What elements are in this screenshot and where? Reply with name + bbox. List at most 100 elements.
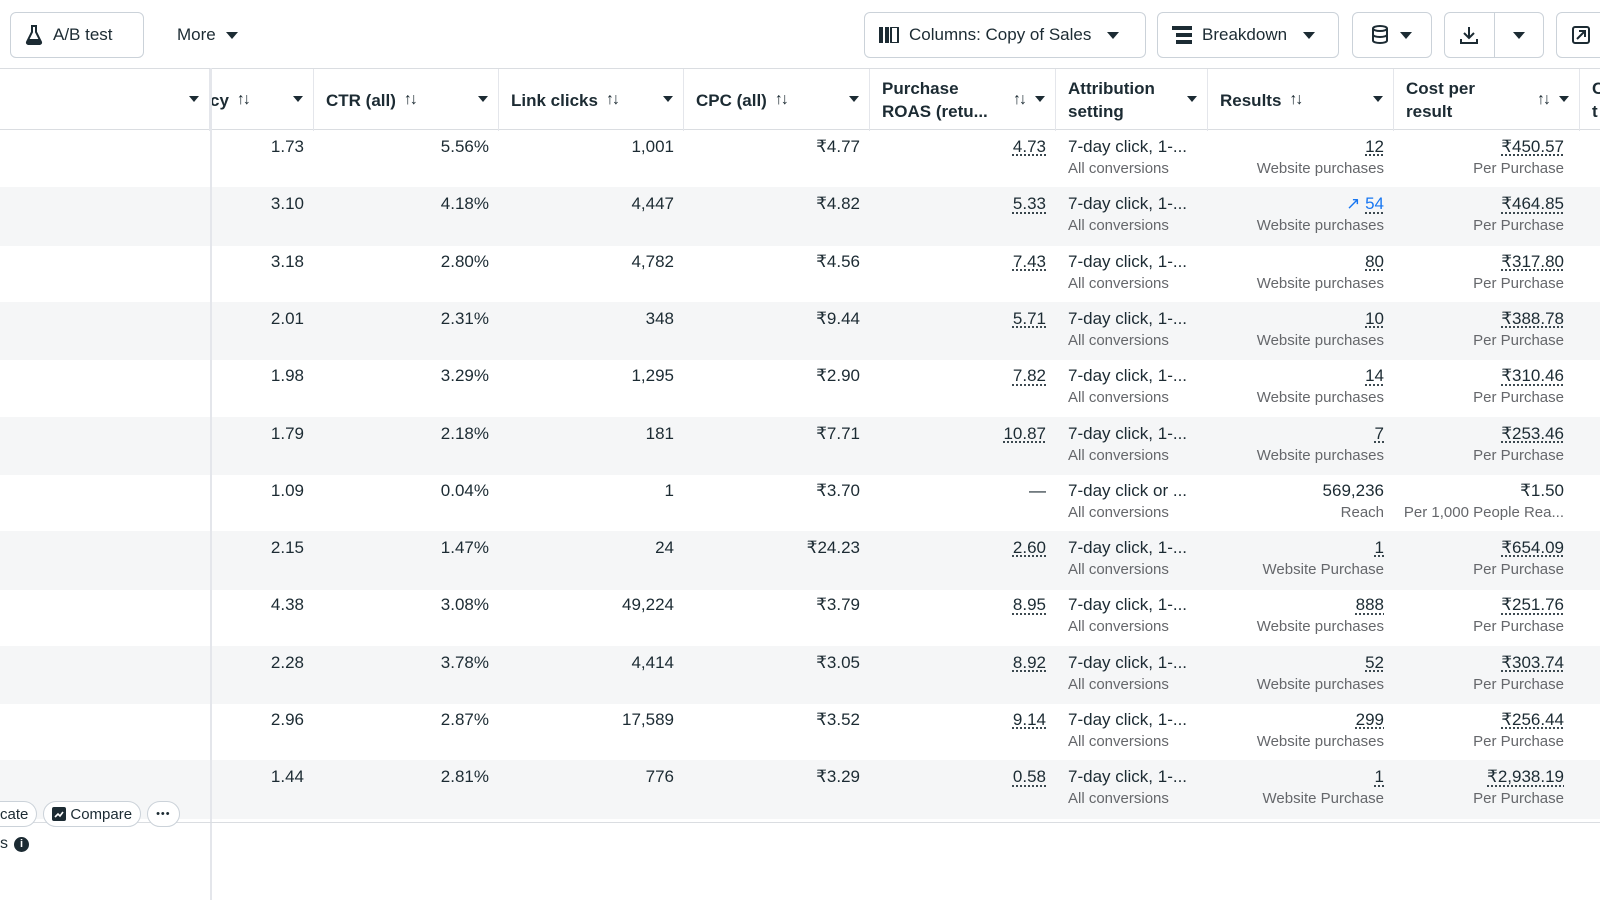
cost-per-result-value[interactable]: ₹310.46 <box>1394 359 1564 387</box>
table-row[interactable]: 3.18 2.80% 4,782 ₹4.56 7.43 7-day click, 1-..… <box>0 245 1600 304</box>
cpc-cell-value: ₹7.71 <box>684 417 860 445</box>
sort-icon: ↑↓ <box>404 91 416 109</box>
results-value[interactable]: 7 <box>1375 424 1384 443</box>
roas-cell-value[interactable]: 7.82 <box>870 359 1046 387</box>
sort-icon: ↑↓ <box>237 91 249 109</box>
column-header-next[interactable]: C t <box>1580 69 1600 131</box>
cost-per-result-value[interactable]: ₹2,938.19 <box>1394 760 1564 788</box>
table-row[interactable]: 1.79 2.18% 181 ₹7.71 10.87 7-day click, 1-...… <box>0 417 1600 476</box>
cost-per-result-value[interactable]: ₹253.46 <box>1394 417 1564 445</box>
ctr-cell-value: 2.31% <box>314 302 489 330</box>
frequency-cell: 3.18 <box>210 245 314 303</box>
download-button[interactable] <box>1445 13 1495 57</box>
roas-cell: 5.33 <box>870 187 1056 245</box>
table-row[interactable]: 2.28 3.78% 4,414 ₹3.05 8.92 7-day click, 1-..… <box>0 646 1600 705</box>
table-row[interactable]: 2.96 2.87% 17,589 ₹3.52 9.14 7-day click, 1-.… <box>0 703 1600 762</box>
results-cell: 888 Website purchases <box>1208 588 1394 646</box>
table-row[interactable]: 2.15 1.47% 24 ₹24.23 2.60 7-day click, 1-... A… <box>0 531 1600 590</box>
cost-per-result-value[interactable]: ₹256.44 <box>1394 703 1564 731</box>
results-value[interactable]: 12 <box>1365 137 1384 156</box>
table-row[interactable]: 1.44 2.81% 776 ₹3.29 0.58 7-day click, 1-... A… <box>0 760 1600 819</box>
info-icon[interactable]: i <box>14 837 29 852</box>
roas-cell-value[interactable]: 0.58 <box>870 760 1046 788</box>
roas-cell-value[interactable]: 8.95 <box>870 588 1046 616</box>
cost-per-result-value[interactable]: ₹654.09 <box>1394 531 1564 559</box>
roas-cell-value[interactable]: 9.14 <box>870 703 1046 731</box>
roas-cell-value[interactable]: 4.73 <box>870 130 1046 158</box>
cost-per-result-value[interactable]: ₹464.85 <box>1394 187 1564 215</box>
cost-per-result-value[interactable]: ₹388.78 <box>1394 302 1564 330</box>
attribution-sub: All conversions <box>1068 502 1208 524</box>
more-options-button[interactable]: ••• <box>147 801 180 827</box>
results-value[interactable]: 1 <box>1375 538 1384 557</box>
roas-cell-value[interactable]: 10.87 <box>870 417 1046 445</box>
column-header-results[interactable]: Results ↑↓ <box>1208 69 1394 131</box>
roas-cell-value[interactable]: — <box>870 474 1046 502</box>
table-row[interactable]: 1.73 5.56% 1,001 ₹4.77 4.73 7-day click, 1-..… <box>0 130 1600 189</box>
table-row[interactable]: 1.98 3.29% 1,295 ₹2.90 7.82 7-day click, 1-..… <box>0 359 1600 418</box>
roas-cell-value[interactable]: 8.92 <box>870 646 1046 674</box>
frequency-cell: 1.98 <box>210 359 314 417</box>
table-row[interactable]: 1.09 0.04% 1 ₹3.70 — 7-day click or ... All co… <box>0 474 1600 533</box>
cost-per-result-value[interactable]: ₹317.80 <box>1394 245 1564 273</box>
column-header-purchase-roas[interactable]: Purchase ROAS (retu... ↑↓ <box>870 69 1056 131</box>
attribution-value: 7-day click or ... <box>1068 474 1208 502</box>
ctr-cell-value: 3.08% <box>314 588 489 616</box>
cost-per-result-sub: Per Purchase <box>1394 445 1564 467</box>
attribution-sub: All conversions <box>1068 158 1208 180</box>
column-header-link-clicks[interactable]: Link clicks ↑↓ <box>499 69 684 131</box>
ctr-cell: 3.78% <box>314 646 499 704</box>
chevron-down-icon <box>293 96 303 102</box>
more-label: More <box>177 25 216 45</box>
column-header-ctr[interactable]: CTR (all) ↑↓ <box>314 69 499 131</box>
column-header-attribution[interactable]: Attribution setting <box>1056 69 1208 131</box>
link-clicks-cell-value: 1,295 <box>499 359 674 387</box>
results-value[interactable]: 14 <box>1365 366 1384 385</box>
results-cell: ↗ 54 Website purchases <box>1208 187 1394 245</box>
ctr-cell-value: 1.47% <box>314 531 489 559</box>
column-header-cost-per-result[interactable]: Cost per result ↑↓ <box>1394 69 1580 131</box>
chevron-down-icon <box>1513 32 1525 39</box>
column-header-cpc[interactable]: CPC (all) ↑↓ <box>684 69 870 131</box>
cost-per-result-value[interactable]: ₹251.76 <box>1394 588 1564 616</box>
roas-cell: 4.73 <box>870 130 1056 188</box>
cost-per-result-value[interactable]: ₹450.57 <box>1394 130 1564 158</box>
breakdown-button[interactable]: Breakdown <box>1157 12 1339 58</box>
results-cell: 1 Website Purchase <box>1208 531 1394 589</box>
export-options-button[interactable] <box>1495 13 1544 57</box>
results-value[interactable]: 54 <box>1365 194 1384 213</box>
results-value[interactable]: 52 <box>1365 653 1384 672</box>
table-row[interactable]: 2.01 2.31% 348 ₹9.44 5.71 7-day click, 1-... A… <box>0 302 1600 361</box>
compare-button[interactable]: Compare <box>43 801 141 827</box>
attribution-cell: 7-day click, 1-... All conversions <box>1056 588 1208 646</box>
results-value[interactable]: 80 <box>1365 252 1384 271</box>
column-header-name[interactable] <box>0 69 210 131</box>
share-button[interactable] <box>1556 12 1600 58</box>
results-value[interactable]: 1 <box>1375 767 1384 786</box>
table-row[interactable]: 4.38 3.08% 49,224 ₹3.79 8.95 7-day click, 1-.… <box>0 588 1600 647</box>
columns-button[interactable]: Columns: Copy of Sales <box>864 12 1146 58</box>
attribution-value: 7-day click, 1-... <box>1068 703 1208 731</box>
roas-cell-value[interactable]: 5.71 <box>870 302 1046 330</box>
duplicate-button[interactable]: cate <box>0 801 37 827</box>
roas-cell-value[interactable]: 2.60 <box>870 531 1046 559</box>
results-value[interactable]: 299 <box>1356 710 1384 729</box>
frequency-cell: 1.09 <box>210 474 314 532</box>
roas-cell-value[interactable]: 7.43 <box>870 245 1046 273</box>
attribution-sub: All conversions <box>1068 731 1208 753</box>
cost-per-result-value[interactable]: ₹303.74 <box>1394 646 1564 674</box>
more-button[interactable]: More <box>162 12 262 58</box>
results-value[interactable]: 10 <box>1365 309 1384 328</box>
results-sub: Website purchases <box>1208 330 1384 352</box>
column-header-frequency[interactable]: cy ↑↓ <box>210 69 314 131</box>
roas-cell: 8.92 <box>870 646 1056 704</box>
results-value[interactable]: 888 <box>1356 595 1384 614</box>
roas-cell-value[interactable]: 5.33 <box>870 187 1046 215</box>
cpc-cell: ₹4.82 <box>684 187 870 245</box>
frequency-cell-value: 2.28 <box>210 646 304 674</box>
cost-per-result-sub: Per Purchase <box>1394 559 1564 581</box>
reports-button[interactable] <box>1352 12 1432 58</box>
frequency-cell: 2.01 <box>210 302 314 360</box>
table-row[interactable]: 3.10 4.18% 4,447 ₹4.82 5.33 7-day click, 1-..… <box>0 187 1600 246</box>
ab-test-button[interactable]: A/B test <box>10 12 144 58</box>
